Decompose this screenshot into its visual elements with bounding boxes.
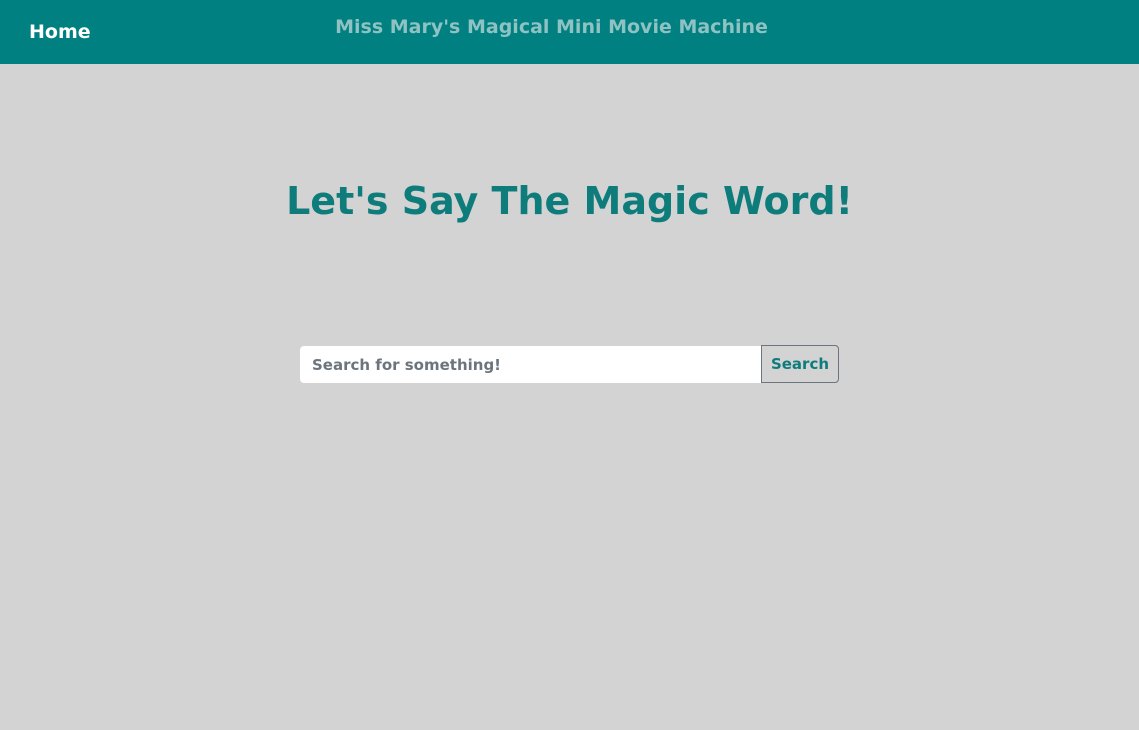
site-title: Miss Mary's Magical Mini Movie Machine [335, 16, 768, 38]
search-input[interactable] [300, 346, 761, 383]
page-heading: Let's Say The Magic Word! [286, 179, 853, 223]
top-navbar: Home Miss Mary's Magical Mini Movie Mach… [0, 0, 1139, 64]
search-form: Search [300, 345, 839, 383]
search-button[interactable]: Search [761, 345, 839, 383]
